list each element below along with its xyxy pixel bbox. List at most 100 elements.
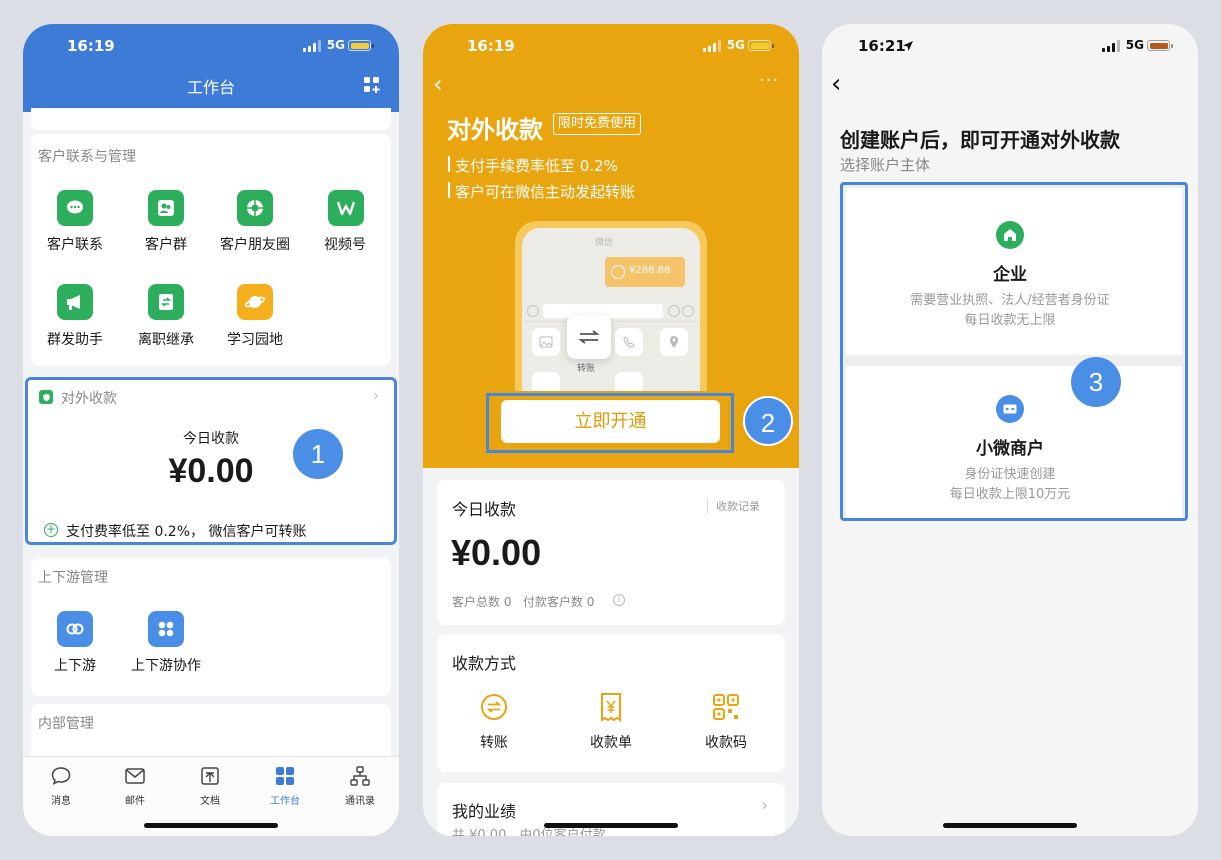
today-income-amount: ¥0.00 [451,532,542,573]
tab-label: 通讯录 [345,796,375,807]
performance-card[interactable]: 我的业绩 › 共 ¥0.00，由0位客户付款 [437,783,785,836]
tab-label: 消息 [51,796,71,807]
merchant-card-icon [996,395,1024,423]
payment-shield-icon [39,390,53,404]
more-icon[interactable]: ··· [759,72,779,90]
method-label[interactable]: 转账 [454,732,534,752]
mock-plus-icon [682,305,694,317]
screen-choose-account: 16:21 5G ‹ 创建账户后，即可开通对外收款 选择账户主体 企业 需要营业… [822,24,1198,836]
mock-input-row [525,302,697,322]
methods-title: 收款方式 [452,654,517,673]
customer-group-icon[interactable] [148,190,184,226]
back-chevron-icon[interactable]: ‹ [831,71,841,97]
income-records-link[interactable]: 收款记录 [707,498,760,514]
channels-icon[interactable] [328,190,364,226]
app-label[interactable]: 客户联系 [30,234,120,254]
mock-plus-icon [527,305,539,317]
screen-external-payment: 16:19 5G ‹ ··· 对外收款 限时免费使用 支付手续费率低至 0.2%… [423,24,799,836]
learning-center-icon[interactable] [237,284,273,320]
app-label[interactable]: 离职继承 [121,329,211,349]
mock-row-tile [532,372,560,391]
upstream-collab-icon[interactable] [148,611,184,647]
message-icon [51,767,71,785]
today-income-label: 今日收款 [452,500,517,519]
page-heading: 创建账户后，即可开通对外收款 [840,128,1120,152]
network-label: 5G [726,38,745,52]
option-desc: 每日收款无上限 [964,313,1056,328]
resign-inherit-icon[interactable] [148,284,184,320]
battery-icon [1147,40,1173,51]
step-callout-1: 1 [293,429,343,479]
broadcast-icon[interactable] [57,284,93,320]
tab-mail[interactable]: 邮件 [100,765,170,807]
tab-label: 邮件 [125,796,145,807]
mock-transfer-label: 转账 [577,364,596,374]
app-label[interactable]: 视频号 [300,234,390,254]
home-indicator [943,823,1077,828]
method-label[interactable]: 收款码 [686,732,766,752]
qr-code-icon[interactable] [712,693,740,721]
signal-icon [303,40,323,52]
option-desc: 需要营业执照、法人/经营者身份证 [910,293,1110,308]
home-indicator [544,823,678,828]
mock-wechat-label: 微信 [595,238,614,248]
step-callout-3: 3 [1071,357,1121,407]
mock-transfer-icon [567,315,611,359]
upstream-icon[interactable] [57,611,93,647]
tab-docs[interactable]: 文档 [175,765,245,807]
location-arrow-icon [903,41,913,51]
option-title: 小微商户 [976,439,1044,459]
app-label[interactable]: 群发助手 [30,329,120,349]
status-time: 16:19 [67,37,115,55]
app-label[interactable]: 上下游协作 [121,655,211,675]
option-desc: 身份证快速创建 [964,467,1056,482]
transfer-method-icon[interactable] [480,693,508,721]
customer-moments-icon[interactable] [237,190,273,226]
activate-button[interactable]: 立即开通 [501,400,720,443]
app-label[interactable]: 客户朋友圈 [210,234,300,254]
signal-icon [1102,40,1122,52]
mock-coin-icon [611,265,625,279]
mock-emoji-icon [668,305,680,317]
app-label[interactable]: 上下游 [30,655,120,675]
customer-contact-icon[interactable] [57,190,93,226]
bill-method-icon[interactable] [597,692,625,722]
battery-icon [748,40,774,51]
mock-photo-icon [532,328,560,356]
tab-workbench[interactable]: 工作台 [250,765,320,807]
option-desc: 每日收款上限10万元 [949,487,1071,502]
back-chevron-icon[interactable]: ‹ [433,72,443,96]
chevron-right-icon: › [761,795,769,816]
battery-icon [348,40,374,51]
top-card-remnant [31,108,391,130]
customer-stats: 客户总数 0 付款客户数 0 [452,595,595,609]
info-icon[interactable]: i [613,594,625,606]
mock-row-tile [615,372,643,391]
bullet-bar [448,156,450,172]
step-callout-2: 2 [743,396,793,446]
workbench-grid-icon [276,767,294,785]
app-grid-add-icon[interactable] [363,76,381,94]
feature-rate: 支付手续费率低至 0.2% [455,157,618,175]
option-enterprise[interactable]: 企业 需要营业执照、法人/经营者身份证 每日收款无上限 [846,188,1182,355]
home-indicator [144,823,278,828]
plus-circle-icon: + [44,522,58,537]
option-micro-merchant[interactable]: 小微商户 身份证快速创建 每日收款上限10万元 [846,366,1182,518]
tab-messages[interactable]: 消息 [26,765,96,807]
signal-icon [703,40,723,52]
status-time: 16:21 [858,37,906,55]
screen-workbench: 16:19 5G 工作台 客户联系与管理 客户联系 客户群 客户朋友圈 视频号 … [23,24,399,836]
app-label[interactable]: 学习园地 [210,329,300,349]
network-label: 5G [326,38,345,52]
section-title: 客户联系与管理 [38,149,136,165]
app-label[interactable]: 客户群 [121,234,211,254]
method-label[interactable]: 收款单 [571,732,651,752]
hero-title: 对外收款 [447,116,543,144]
enterprise-home-icon [996,221,1024,249]
tab-label: 工作台 [270,796,300,807]
document-icon [201,767,219,785]
mock-location-icon [660,328,688,356]
chevron-right-icon: › [373,388,379,404]
tab-contacts[interactable]: 通讯录 [325,765,395,807]
mock-phone-icon [615,328,643,356]
